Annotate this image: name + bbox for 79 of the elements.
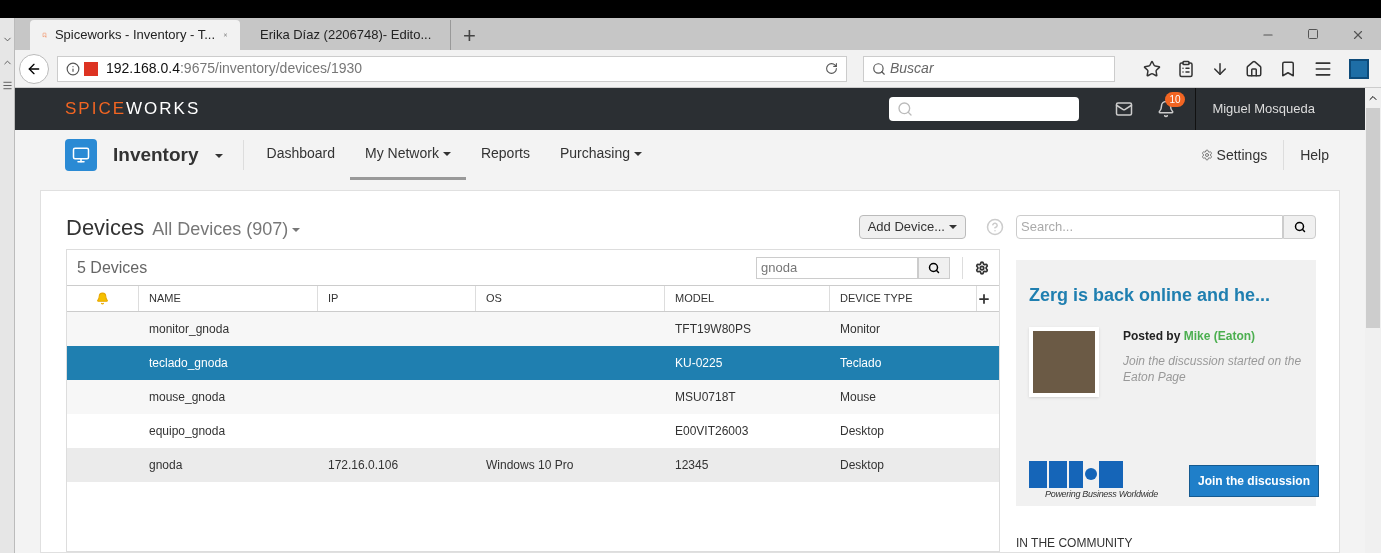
caret-icon xyxy=(292,227,301,232)
nav-tab[interactable]: Purchasing xyxy=(544,130,657,180)
join-discussion-button[interactable]: Join the discussion xyxy=(1189,465,1320,498)
table-cell: equipo_gnoda xyxy=(149,424,226,438)
search-button[interactable] xyxy=(918,256,950,279)
search-icon xyxy=(872,61,886,76)
ad-title[interactable]: Zerg is back online and he... xyxy=(1029,282,1303,309)
column-header[interactable]: MODEL xyxy=(665,286,830,311)
table-cell: monitor_gnoda xyxy=(149,322,230,336)
nav-tab[interactable]: Dashboard xyxy=(251,130,351,180)
table-cell: gnoda xyxy=(149,458,183,472)
table-cell: Mouse xyxy=(840,390,877,404)
table-row[interactable]: teclado_gnoda KU-0225 Teclado xyxy=(67,346,999,380)
nav-tab[interactable]: Reports xyxy=(465,130,545,180)
table-cell: E00VIT26003 xyxy=(675,424,749,438)
address-field[interactable]: 192.168.0.4:9675/inventory/devices/1930 xyxy=(57,55,847,82)
column-header[interactable]: IP xyxy=(318,286,476,311)
table-cell: TFT19W80PS xyxy=(675,322,752,336)
header-search-field[interactable] xyxy=(889,97,1080,121)
table-cell: Desktop xyxy=(840,424,885,438)
table-cell: mouse_gnoda xyxy=(149,390,226,404)
scrollbar-thumb[interactable] xyxy=(1366,108,1380,328)
browser-tab[interactable]: Erika Díaz (2206748)- Edito... xyxy=(240,20,450,50)
browser-tab[interactable]: Spiceworks - Inventory - T... xyxy=(30,20,240,50)
table-cell: Windows 10 Pro xyxy=(486,458,574,472)
extension-icon[interactable] xyxy=(1349,58,1369,79)
home-icon[interactable] xyxy=(1245,59,1263,78)
table-row[interactable]: gnoda 172.16.0.106 Windows 10 Pro 12345 Desktop xyxy=(67,448,999,482)
table-row[interactable]: mouse_gnoda MSU0718T Mouse xyxy=(67,380,999,414)
search-icon xyxy=(1293,221,1306,233)
column-header[interactable]: NAME xyxy=(139,286,318,311)
settings-link[interactable]: Settings xyxy=(1200,144,1268,166)
notification-badge: 10 xyxy=(1165,92,1185,107)
table-cell: Teclado xyxy=(840,356,882,370)
menu-icon[interactable] xyxy=(1,80,13,91)
info-icon xyxy=(66,61,80,76)
monitor-icon xyxy=(65,139,97,171)
column-header[interactable]: OS xyxy=(476,286,665,311)
table-cell: 172.16.0.106 xyxy=(328,458,399,472)
search-button[interactable] xyxy=(1283,215,1316,239)
table-cell: KU-0225 xyxy=(675,356,723,370)
restore-icon[interactable] xyxy=(1307,28,1319,40)
table-cell: 12345 xyxy=(675,458,709,472)
table-cell: Monitor xyxy=(840,322,880,336)
gear-icon xyxy=(1200,149,1213,161)
table-cell: Desktop xyxy=(840,458,885,472)
search-icon xyxy=(928,261,940,274)
settings-icon[interactable] xyxy=(975,260,989,275)
table-search-field[interactable]: gnoda xyxy=(756,256,918,279)
table-cell: teclado_gnoda xyxy=(149,356,228,370)
reload-icon[interactable] xyxy=(825,62,838,75)
scrollbar[interactable] xyxy=(1365,88,1381,553)
browser-search-field[interactable]: Buscar xyxy=(863,55,1115,82)
user-name[interactable]: Miguel Mosqueda xyxy=(1212,99,1315,119)
ad-description: Join the discussion started on the Eaton Page xyxy=(1123,353,1303,385)
app-title[interactable]: Inventory xyxy=(113,140,199,170)
star-icon[interactable] xyxy=(1143,59,1161,78)
reading-list-icon[interactable] xyxy=(1177,59,1195,78)
spiceworks-logo[interactable]: SPICEWORKS xyxy=(65,96,201,122)
insecure-icon xyxy=(84,61,98,76)
help-link[interactable]: Help xyxy=(1300,144,1329,166)
section-heading: IN THE COMMUNITY xyxy=(1016,535,1134,552)
caret-icon xyxy=(949,225,957,229)
eaton-tagline: Powering Business Worldwide xyxy=(1045,488,1159,501)
search-icon xyxy=(897,101,914,117)
add-column-icon[interactable] xyxy=(977,291,991,306)
add-device-button[interactable]: Add Device... xyxy=(858,215,966,239)
mail-icon[interactable] xyxy=(1115,100,1134,118)
close-window-icon[interactable] xyxy=(1351,28,1365,42)
caret-icon xyxy=(214,153,223,158)
photo-placeholder xyxy=(1029,327,1099,397)
table-row[interactable]: monitor_gnoda TFT19W80PS Monitor xyxy=(67,312,999,346)
posted-by-text: Posted by Mike (Eaton) xyxy=(1123,328,1257,345)
column-header[interactable]: DEVICE TYPE xyxy=(830,286,977,311)
device-filter-dropdown[interactable]: All Devices (907) xyxy=(152,215,301,243)
page-title: Devices xyxy=(66,213,145,242)
table-cell: MSU0718T xyxy=(675,390,736,404)
back-button[interactable] xyxy=(19,53,49,84)
device-count: 5 Devices xyxy=(77,257,148,278)
